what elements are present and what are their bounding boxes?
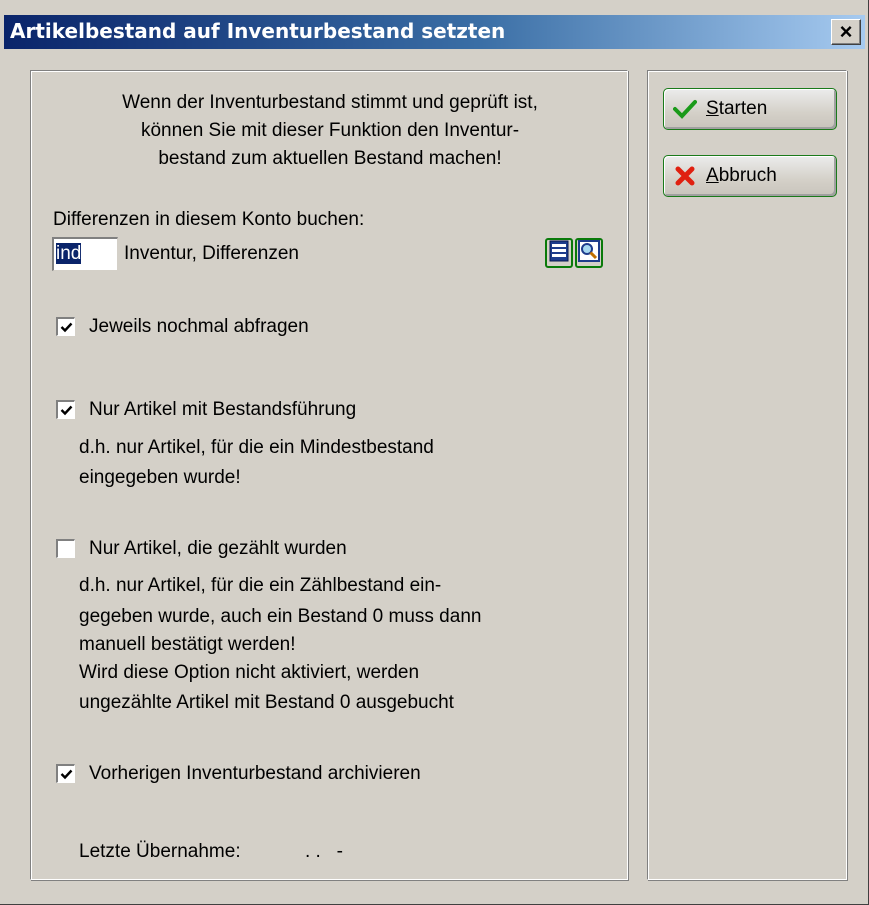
bestandsfuehrung-hint-2: eingegeben wurde!	[79, 467, 241, 488]
jeweils-checkbox[interactable]	[56, 317, 75, 336]
gezaehlt-hint-5: ungezählte Artikel mit Bestand 0 ausgebu…	[79, 692, 454, 713]
dialog-window: Artikelbestand auf Inventurbestand setzt…	[0, 0, 869, 905]
gezaehlt-hint-3: manuell bestätigt werden!	[79, 634, 296, 655]
bestandsfuehrung-hint-1: d.h. nur Artikel, für die ein Mindestbes…	[79, 437, 434, 458]
archivieren-checkbox[interactable]	[56, 764, 75, 783]
konto-input[interactable]: ind	[52, 237, 118, 271]
gezaehlt-hint-1: d.h. nur Artikel, für die ein Zählbestan…	[79, 575, 442, 596]
abbruch-button-label: Abbruch	[706, 165, 777, 186]
konto-value: ind	[56, 243, 82, 264]
konto-label: Differenzen in diesem Konto buchen:	[53, 209, 365, 230]
start-button-label: Starten	[706, 98, 768, 119]
gezaehlt-checkbox[interactable]	[56, 539, 75, 558]
intro-line-3: bestand zum aktuellen Bestand machen!	[158, 148, 502, 169]
title-bar[interactable]: Artikelbestand auf Inventurbestand setzt…	[4, 15, 865, 49]
checkmark-icon	[60, 322, 72, 332]
jeweils-label[interactable]: Jeweils nochmal abfragen	[89, 313, 309, 341]
gezaehlt-label[interactable]: Nur Artikel, die gezählt wurden	[89, 535, 347, 563]
bestandsfuehrung-checkbox[interactable]	[56, 400, 75, 419]
checkmark-icon	[672, 97, 698, 121]
close-button[interactable]: ×	[831, 19, 861, 45]
window-title: Artikelbestand auf Inventurbestand setzt…	[10, 19, 506, 43]
list-icon	[549, 240, 569, 267]
letzte-uebernahme-value: . . -	[305, 841, 343, 862]
checkmark-icon	[60, 769, 72, 779]
gezaehlt-hint-4: Wird diese Option nicht aktiviert, werde…	[79, 662, 420, 683]
intro-line-1: Wenn der Inventurbestand stimmt und gepr…	[122, 92, 538, 113]
abbruch-button[interactable]: Abbruch	[663, 155, 837, 197]
close-icon: ×	[839, 19, 853, 44]
red-x-icon	[672, 164, 698, 188]
intro-line-2: können Sie mit dieser Funktion den Inven…	[140, 120, 520, 141]
start-button[interactable]: Starten	[663, 88, 837, 130]
konto-description: Inventur, Differenzen	[124, 243, 299, 264]
bestandsfuehrung-label[interactable]: Nur Artikel mit Bestandsführung	[89, 396, 356, 424]
konto-search-button[interactable]	[575, 238, 603, 268]
konto-list-button[interactable]	[545, 238, 573, 268]
archivieren-label[interactable]: Vorherigen Inventurbestand archivieren	[89, 760, 421, 788]
checkmark-icon	[60, 405, 72, 415]
intro-text: Wenn der Inventurbestand stimmt und gepr…	[31, 89, 629, 173]
letzte-uebernahme-label: Letzte Übernahme:	[79, 841, 241, 862]
gezaehlt-hint-2: gegeben wurde, auch ein Bestand 0 muss d…	[79, 606, 482, 627]
magnifier-icon	[578, 239, 600, 267]
